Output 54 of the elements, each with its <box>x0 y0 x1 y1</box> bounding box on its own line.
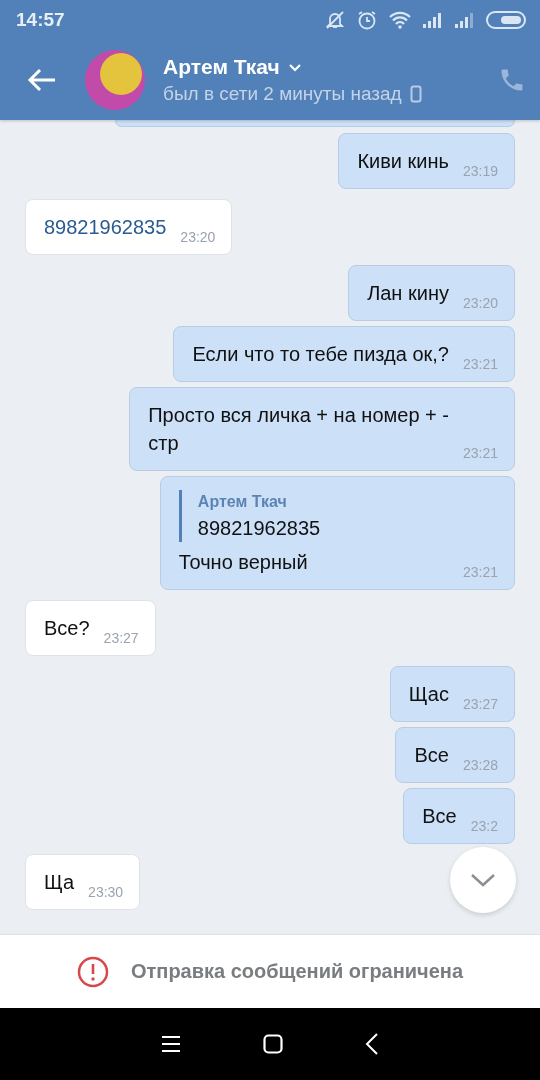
avatar[interactable] <box>85 50 145 110</box>
message-text: Все? <box>44 616 90 641</box>
muted-bell-icon <box>324 9 346 31</box>
message-time: 23:27 <box>103 631 139 645</box>
message-bubble[interactable]: Артем Ткач 89821962835 Точно верный 23:21 <box>159 476 515 590</box>
message-text: Если что то тебе пизда ок,? <box>192 342 449 367</box>
message-text: Щас <box>408 682 449 707</box>
message-bubble[interactable]: Все 23:28 <box>395 727 515 783</box>
chevron-down-icon <box>470 872 496 888</box>
message-bubble[interactable]: Ща 23:30 <box>25 854 141 910</box>
home-icon[interactable] <box>263 1034 283 1054</box>
message-time: 23:2 <box>470 819 498 833</box>
message-time: 23:20 <box>462 296 498 310</box>
message-bubble[interactable]: Все 23:2 <box>403 788 515 844</box>
restriction-notice: Отправка сообщений ограничена <box>130 960 464 983</box>
message-bubble[interactable]: Щас 23:27 <box>389 666 515 722</box>
message-text: Ща <box>44 870 75 895</box>
message-time: 23:21 <box>462 565 498 579</box>
contact-name[interactable]: Артем Ткач <box>163 55 280 79</box>
back-icon[interactable] <box>365 1033 379 1055</box>
warning-icon <box>76 955 109 988</box>
message-bubble[interactable]: Если что то тебе пизда ок,? 23:21 <box>173 326 515 382</box>
message-time: 23:30 <box>88 885 124 899</box>
message-time: 23:28 <box>462 758 498 772</box>
message-text: Просто вся личка + на номер + - стр <box>148 403 449 456</box>
message-text: Киви кинь <box>357 149 449 174</box>
message-time: 23:27 <box>462 697 498 711</box>
message-time: 23:21 <box>462 446 498 460</box>
signal-icon <box>422 11 444 29</box>
signal-icon <box>454 11 476 29</box>
message-bubble[interactable]: Все? 23:27 <box>25 600 156 656</box>
battery-icon <box>486 11 526 29</box>
message-text: Все <box>414 743 449 768</box>
message-bubble[interactable]: 89821962835 23:20 <box>25 199 233 255</box>
reply-text: 89821962835 <box>197 516 322 541</box>
caret-icon[interactable] <box>287 62 302 72</box>
alarm-icon <box>356 9 378 31</box>
message-time: 23:21 <box>462 357 498 371</box>
message-text: Точно верный <box>178 550 308 575</box>
back-arrow-icon[interactable] <box>27 68 57 92</box>
status-time: 14:57 <box>16 9 65 31</box>
menu-icon[interactable] <box>161 1035 181 1053</box>
message-time: 23:19 <box>462 164 498 178</box>
message-text: Все <box>422 804 457 829</box>
reply-author: Артем Ткач <box>197 492 288 512</box>
phone-device-icon <box>409 85 422 103</box>
phone-link[interactable]: 89821962835 <box>44 213 167 241</box>
message-bubble[interactable]: Киви кинь 23:19 <box>338 133 515 189</box>
wifi-icon <box>388 10 412 30</box>
message-bubble[interactable]: Просто вся личка + на номер + - стр 23:21 <box>129 387 515 471</box>
message-bubble[interactable]: Лан кину 23:20 <box>348 265 515 321</box>
last-seen: был в сети 2 минуты назад <box>163 83 402 105</box>
message-time: 23:20 <box>180 230 216 244</box>
message-text: Лан кину <box>367 281 449 306</box>
